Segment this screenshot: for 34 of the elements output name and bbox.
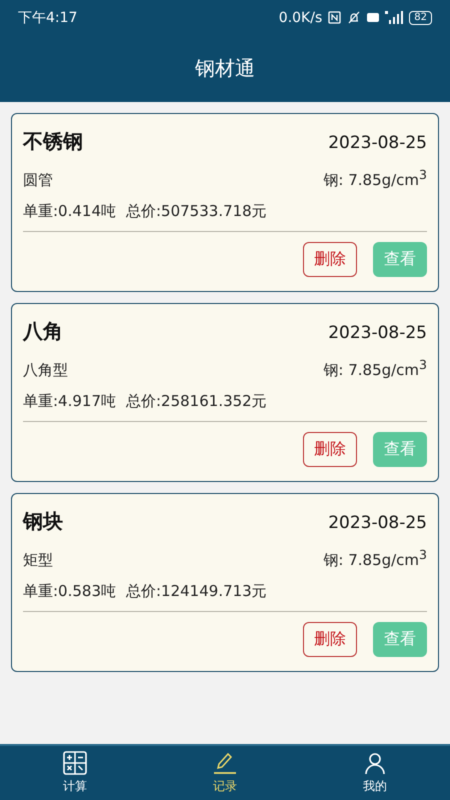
delete-button[interactable]: 删除 <box>303 432 357 467</box>
nav-tab[interactable]: 记录 <box>185 746 265 800</box>
record-date: 2023-08-25 <box>328 133 427 153</box>
delete-button[interactable]: 删除 <box>303 242 357 277</box>
total-price: 总价:507533.718元 <box>126 202 267 221</box>
profile-type-label: 矩型 <box>23 551 53 570</box>
calculator-icon <box>63 751 87 775</box>
density-text: 钢: 7.85g/cm$^{3}$ <box>323 357 427 380</box>
battery-level: 82 <box>409 10 432 24</box>
record-date: 2023-08-25 <box>328 323 427 343</box>
total-price: 总价:258161.352元 <box>126 392 267 411</box>
record-name: 八角 <box>23 318 63 345</box>
record-name: 不锈钢 <box>23 128 83 155</box>
unit-weight: 单重:4.917吨 <box>23 392 116 411</box>
app-title: 钢材通 <box>194 55 256 82</box>
nav-tab[interactable]: 计算 <box>35 746 115 800</box>
network-speed: 0.0K/s <box>278 10 322 26</box>
delete-button[interactable]: 删除 <box>303 622 357 657</box>
record-date: 2023-08-25 <box>328 513 427 533</box>
nav-tab[interactable]: 我的 <box>335 746 415 800</box>
signal-icon <box>385 11 404 24</box>
profile-type-label: 八角型 <box>23 361 68 380</box>
record-name: 钢块 <box>23 508 63 535</box>
pencil-icon <box>213 751 237 775</box>
mute-icon <box>347 11 362 24</box>
person-icon <box>363 751 387 775</box>
unit-weight: 单重:0.414吨 <box>23 202 116 221</box>
total-price: 总价:124149.713元 <box>126 582 267 601</box>
density-text: 钢: 7.85g/cm$^{3}$ <box>323 167 427 190</box>
profile-type-label: 圆管 <box>23 171 53 190</box>
nfc-icon <box>328 11 342 24</box>
density-text: 钢: 7.85g/cm$^{3}$ <box>323 547 427 570</box>
status-time: 下午4:17 <box>18 8 78 26</box>
unit-weight: 单重:0.583吨 <box>23 582 116 601</box>
